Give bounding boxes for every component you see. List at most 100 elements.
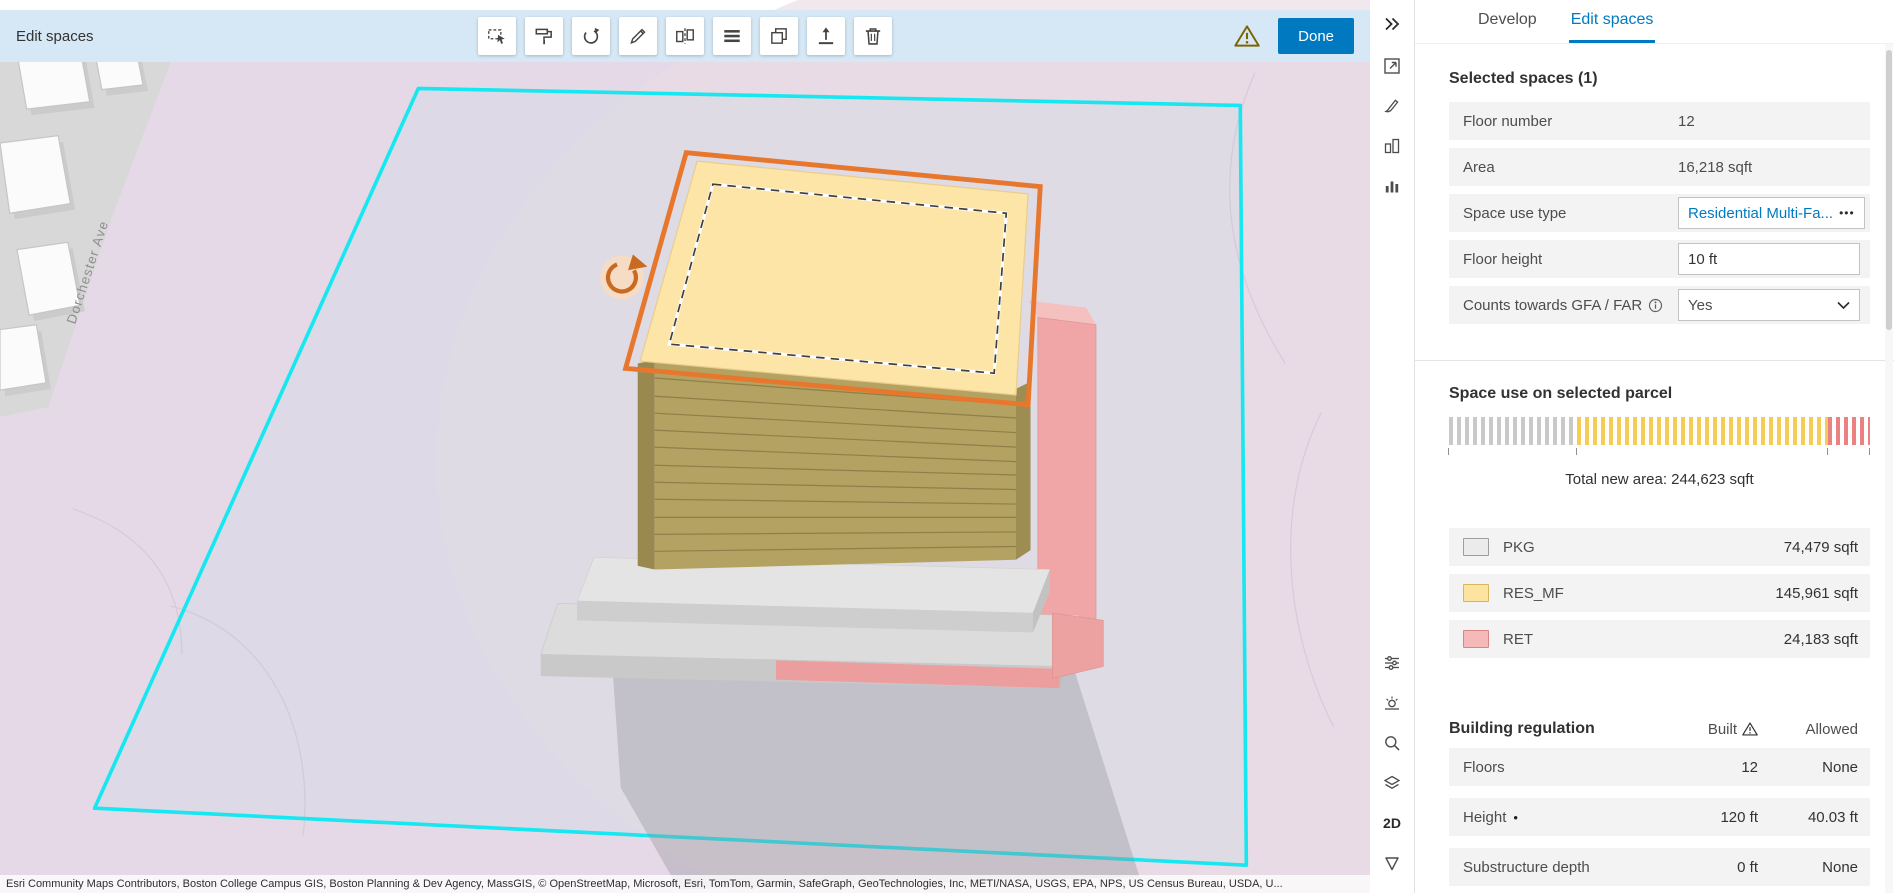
duplicate-space-tool-button[interactable] (760, 17, 798, 55)
regulation-row-height: Height • 120 ft 40.03 ft (1449, 798, 1870, 836)
done-button[interactable]: Done (1278, 18, 1354, 54)
area-value: 16,218 sqft (1678, 158, 1753, 176)
map-side-toolbar: 2D (1370, 0, 1414, 893)
extrude-space-icon (818, 27, 834, 45)
edit-tools-group (478, 17, 892, 55)
floor-number-value: 12 (1678, 112, 1695, 130)
basemap-icon (1384, 58, 1400, 74)
panel-scrollbar[interactable] (1885, 44, 1893, 893)
search-button[interactable] (1375, 727, 1409, 759)
space-use-bar (1448, 417, 1870, 457)
duplicate-space-icon (771, 28, 787, 44)
metrics-button[interactable] (1375, 170, 1409, 202)
bar-segment-ret (1828, 417, 1870, 445)
building-regulation-section: Building regulation Built Allowed Floors… (1449, 720, 1870, 886)
panel-tabs: Develop Edit spaces (1415, 0, 1894, 44)
settings-sliders-icon (1385, 656, 1399, 670)
city-scenarios-button[interactable] (1375, 130, 1409, 162)
bar-segment-pkg (1449, 417, 1578, 445)
rotate-space-tool-button[interactable] (572, 17, 610, 55)
edit-spaces-toolbar: Edit spaces Done (0, 10, 1370, 62)
split-space-icon (676, 28, 694, 44)
counts-gfa-select[interactable]: Yes (1678, 289, 1860, 321)
section-divider (1415, 360, 1894, 361)
map-3d-scene[interactable]: Dorchester Ave (0, 0, 1370, 893)
warning-triangle-icon (1234, 25, 1260, 47)
chevrons-right-icon (1385, 17, 1400, 31)
tower-right-face (1015, 381, 1031, 560)
layers-button[interactable] (1375, 767, 1409, 799)
properties-panel: Develop Edit spaces Selected spaces (1) … (1414, 0, 1894, 893)
daylight-sun-icon (1385, 696, 1399, 710)
legend-row-res-mf: RES_MF 145,961 sqft (1449, 574, 1870, 612)
style-button[interactable] (1375, 90, 1409, 122)
regulation-row-floors: Floors 12 None (1449, 748, 1870, 786)
res-mf-swatch (1463, 584, 1489, 602)
layers-icon (1383, 775, 1401, 789)
extrude-space-tool-button[interactable] (807, 17, 845, 55)
metrics-chart-icon (1385, 181, 1399, 193)
options-menu-icon[interactable]: ••• (1833, 206, 1855, 220)
toolbar-title: Edit spaces (16, 27, 94, 45)
paint-spaces-tool-button[interactable] (525, 17, 563, 55)
side-toolbar-top-group (1375, 50, 1409, 202)
side-toolbar-bottom-group: 2D (1375, 647, 1409, 879)
tab-develop[interactable]: Develop (1476, 0, 1539, 43)
edit-geometry-tool-button[interactable] (619, 17, 657, 55)
edit-geometry-icon (630, 28, 646, 45)
city-buildings-icon (1384, 138, 1400, 154)
bar-segment-res-mf (1577, 417, 1829, 445)
field-row-space-use-type: Space use type Residential Multi-Fa... •… (1449, 194, 1870, 232)
bar-ticks (1448, 448, 1870, 457)
allowed-column-header: Allowed (1805, 720, 1858, 738)
space-use-legend: PKG 74,479 sqft RES_MF 145,961 sqft RET … (1449, 528, 1870, 658)
paint-spaces-icon (535, 28, 552, 45)
delete-space-tool-button[interactable] (854, 17, 892, 55)
map-attribution: Esri Community Maps Contributors, Boston… (0, 875, 1370, 893)
select-spaces-tool-button[interactable] (478, 17, 516, 55)
map-viewport[interactable]: Dorchester Ave Edit spaces Done Esri Com… (0, 0, 1370, 893)
regulation-header: Building regulation Built Allowed (1449, 720, 1858, 738)
floor-height-input[interactable] (1688, 250, 1850, 268)
tab-edit-spaces[interactable]: Edit spaces (1568, 0, 1656, 43)
info-circle-icon[interactable] (1648, 298, 1663, 313)
arcgis-urban-app: Dorchester Ave Edit spaces Done Esri Com… (0, 0, 1894, 893)
select-spaces-icon (488, 29, 505, 44)
toggle-2d-button[interactable]: 2D (1375, 807, 1409, 839)
daylight-button[interactable] (1375, 687, 1409, 719)
space-use-type-picker[interactable]: Residential Multi-Fa... ••• (1678, 197, 1865, 229)
panel-body: Selected spaces (1) Floor number 12 Area… (1415, 70, 1894, 886)
compass-button[interactable] (1375, 847, 1409, 879)
tower-left-face (637, 359, 655, 570)
warning-triangle-icon (1742, 722, 1758, 736)
built-column-header: Built (1648, 721, 1758, 738)
space-use-heading: Space use on selected parcel (1449, 385, 1673, 402)
chevron-down-icon (1837, 301, 1850, 309)
field-row-floor-height: Floor height (1449, 240, 1870, 278)
pkg-swatch (1463, 538, 1489, 556)
field-row-floor-number: Floor number 12 (1449, 102, 1870, 140)
ret-swatch (1463, 630, 1489, 648)
toolbar-right-group: Done (1234, 18, 1354, 54)
floor-height-control (1678, 243, 1860, 275)
legend-row-pkg: PKG 74,479 sqft (1449, 528, 1870, 566)
building-shadow (612, 654, 1140, 890)
legend-row-ret: RET 24,183 sqft (1449, 620, 1870, 658)
scrollbar-thumb[interactable] (1886, 50, 1892, 330)
delete-icon (865, 28, 881, 45)
field-row-area: Area 16,218 sqft (1449, 148, 1870, 186)
settings-button[interactable] (1375, 647, 1409, 679)
rotate-space-icon (583, 27, 600, 44)
collapse-panel-button[interactable] (1375, 8, 1409, 40)
height-violation-dot: • (1513, 809, 1518, 825)
edit-floors-tool-button[interactable] (713, 17, 751, 55)
compass-triangle-icon (1385, 857, 1399, 871)
total-new-area: Total new area: 244,623 sqft (1565, 471, 1754, 488)
field-row-counts-gfa: Counts towards GFA / FAR Yes (1449, 286, 1870, 324)
edit-floors-icon (724, 30, 740, 43)
basemap-button[interactable] (1375, 50, 1409, 82)
selected-spaces-heading: Selected spaces (1) (1449, 70, 1598, 87)
search-icon (1385, 736, 1400, 751)
style-brush-icon (1384, 99, 1399, 113)
split-space-tool-button[interactable] (666, 17, 704, 55)
